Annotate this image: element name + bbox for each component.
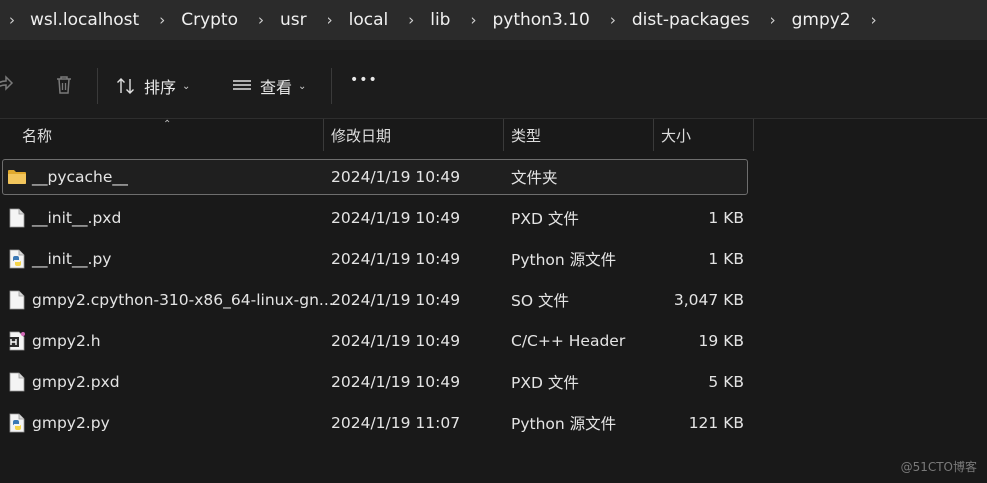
file-icon xyxy=(9,372,25,392)
chevron-down-icon: ⌄ xyxy=(298,80,307,92)
column-header-row: ⌃ 名称 修改日期 类型 大小 xyxy=(0,119,987,151)
breadcrumb: › wsl.localhost › Crypto › usr › local ›… xyxy=(0,0,987,40)
column-resizer[interactable] xyxy=(323,119,324,151)
breadcrumb-label: local xyxy=(348,10,389,30)
breadcrumb-item-python3-10[interactable]: python3.10 xyxy=(486,0,599,40)
file-name: __init__.py xyxy=(32,250,112,268)
column-header-date[interactable]: 修改日期 xyxy=(331,119,391,151)
column-header-label: 类型 xyxy=(511,126,542,145)
column-header-label: 修改日期 xyxy=(331,126,392,145)
python-file-icon xyxy=(9,413,25,433)
file-type: PXD 文件 xyxy=(511,374,579,392)
file-date: 2024/1/19 11:07 xyxy=(331,414,461,432)
column-resizer[interactable] xyxy=(653,119,654,151)
chevron-right-icon[interactable]: › xyxy=(317,0,343,40)
delete-button[interactable] xyxy=(54,74,74,96)
breadcrumb-item-dist-packages[interactable]: dist-packages xyxy=(626,0,760,40)
toolbar-divider xyxy=(97,68,98,104)
table-row[interactable]: gmpy2.cpython-310-x86_64-linux-gn... 202… xyxy=(0,282,987,323)
breadcrumb-label: Crypto xyxy=(181,10,238,30)
file-size: 1 KB xyxy=(708,209,744,227)
file-size: 121 KB xyxy=(688,414,744,432)
chevron-right-icon[interactable]: › xyxy=(600,0,626,40)
breadcrumb-item-crypto[interactable]: Crypto xyxy=(175,0,248,40)
breadcrumb-label: wsl.localhost xyxy=(30,10,140,30)
file-size xyxy=(600,159,744,195)
breadcrumb-item-lib[interactable]: lib xyxy=(424,0,460,40)
chevron-right-icon[interactable]: › xyxy=(398,0,424,40)
file-date: 2024/1/19 10:49 xyxy=(331,373,461,391)
chevron-right-icon[interactable]: › xyxy=(149,0,175,40)
column-header-size[interactable]: 大小 xyxy=(661,119,691,151)
file-date: 2024/1/19 10:49 xyxy=(331,168,461,186)
file-name: __init__.pxd xyxy=(32,209,122,227)
file-size: 5 KB xyxy=(708,373,744,391)
table-row[interactable]: gmpy2.h 2024/1/19 10:49 C/C++ Header 19 … xyxy=(0,323,987,364)
breadcrumb-label: python3.10 xyxy=(492,10,590,30)
table-row[interactable]: __pycache__ 2024/1/19 10:49 文件夹 xyxy=(0,159,987,200)
sort-button[interactable]: 排序 ⌄ xyxy=(116,74,190,98)
file-date: 2024/1/19 10:49 xyxy=(331,332,461,350)
file-name: gmpy2.h xyxy=(32,332,101,350)
file-name: __pycache__ xyxy=(32,168,128,186)
chevron-right-icon[interactable]: › xyxy=(0,0,24,40)
column-resizer[interactable] xyxy=(503,119,504,151)
chevron-right-icon[interactable]: › xyxy=(248,0,274,40)
more-icon: ••• xyxy=(350,72,378,88)
breadcrumb-item-local[interactable]: local xyxy=(343,0,399,40)
file-name: gmpy2.pxd xyxy=(32,373,120,391)
column-header-label: 大小 xyxy=(661,126,692,145)
breadcrumb-label: lib xyxy=(430,10,451,30)
file-name: gmpy2.py xyxy=(32,414,110,432)
sort-label: 排序 xyxy=(144,78,177,97)
toolbar-gap xyxy=(0,40,987,50)
file-name: gmpy2.cpython-310-x86_64-linux-gn... xyxy=(32,291,334,309)
breadcrumb-label: dist-packages xyxy=(631,10,750,30)
sort-up-icon: ⌃ xyxy=(163,119,172,130)
breadcrumb-label: gmpy2 xyxy=(791,10,851,30)
table-row[interactable]: __init__.py 2024/1/19 10:49 Python 源文件 1… xyxy=(0,241,987,282)
share-button[interactable] xyxy=(0,74,14,94)
breadcrumb-item-wsl-localhost[interactable]: wsl.localhost xyxy=(24,0,149,40)
file-icon xyxy=(9,208,25,228)
file-type: 文件夹 xyxy=(511,169,558,187)
breadcrumb-item-usr[interactable]: usr xyxy=(274,0,317,40)
command-bar: 排序 ⌄ 查看 ⌄ ••• xyxy=(0,50,987,119)
breadcrumb-item-gmpy2[interactable]: gmpy2 xyxy=(786,0,861,40)
trash-icon xyxy=(57,76,71,94)
view-button[interactable]: 查看 ⌄ xyxy=(232,74,306,98)
column-header-type[interactable]: 类型 xyxy=(511,119,541,151)
column-resizer[interactable] xyxy=(753,119,754,151)
file-icon xyxy=(9,290,25,310)
file-size: 3,047 KB xyxy=(673,291,744,309)
breadcrumb-label: usr xyxy=(279,10,307,30)
file-size: 1 KB xyxy=(708,250,744,268)
view-label: 查看 xyxy=(260,78,293,97)
watermark: @51CTO博客 xyxy=(900,460,977,474)
file-date: 2024/1/19 10:49 xyxy=(331,209,461,227)
folder-icon xyxy=(8,170,26,184)
file-date: 2024/1/19 10:49 xyxy=(331,250,461,268)
chevron-right-icon[interactable]: › xyxy=(460,0,486,40)
file-type: SO 文件 xyxy=(511,292,569,310)
chevron-down-icon: ⌄ xyxy=(182,80,191,92)
chevron-right-icon[interactable]: › xyxy=(760,0,786,40)
column-header-name[interactable]: 名称 xyxy=(22,119,52,151)
python-file-icon xyxy=(9,249,25,269)
sort-arrows-icon xyxy=(117,78,134,94)
toolbar-divider xyxy=(331,68,332,104)
view-lines-icon xyxy=(233,80,251,90)
more-options-button[interactable]: ••• xyxy=(350,72,378,88)
file-date: 2024/1/19 10:49 xyxy=(331,291,461,309)
file-size: 19 KB xyxy=(698,332,744,350)
share-icon xyxy=(0,75,14,91)
column-header-label: 名称 xyxy=(22,126,53,145)
chevron-right-icon[interactable]: › xyxy=(861,0,887,40)
table-row[interactable]: __init__.pxd 2024/1/19 10:49 PXD 文件 1 KB xyxy=(0,200,987,241)
file-type: PXD 文件 xyxy=(511,210,579,228)
file-list: __pycache__ 2024/1/19 10:49 文件夹 __init__… xyxy=(0,159,987,446)
table-row[interactable]: gmpy2.py 2024/1/19 11:07 Python 源文件 121 … xyxy=(0,405,987,446)
header-file-icon xyxy=(9,331,25,351)
table-row[interactable]: gmpy2.pxd 2024/1/19 10:49 PXD 文件 5 KB xyxy=(0,364,987,405)
